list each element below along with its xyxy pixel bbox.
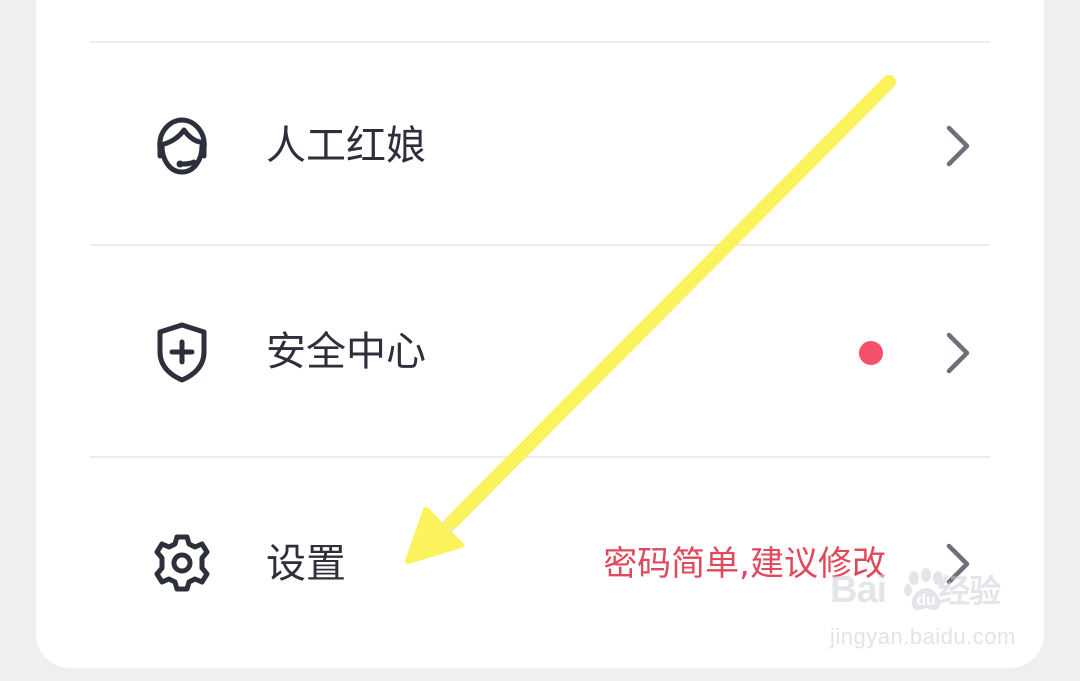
notification-dot xyxy=(859,341,883,365)
gear-icon xyxy=(154,534,210,592)
menu-item-security-center[interactable]: 安全中心 xyxy=(36,252,1044,452)
shield-plus-icon xyxy=(157,322,207,383)
paw-logo-icon: du xyxy=(904,568,943,610)
watermark-url: jingyan.baidu.com xyxy=(830,624,1016,649)
customer-service-icon xyxy=(157,117,207,175)
svg-text:du: du xyxy=(916,592,936,609)
chevron-right-icon xyxy=(946,332,970,374)
baidu-jingyan-watermark: Bai 经验 du jingyan.baidu.com xyxy=(830,564,1026,660)
divider-top xyxy=(90,41,990,43)
menu-item-label: 人工红娘 xyxy=(266,123,426,169)
menu-item-label: 安全中心 xyxy=(266,329,426,375)
divider-2 xyxy=(90,456,990,458)
menu-item-matchmaker[interactable]: 人工红娘 xyxy=(36,46,1044,246)
chevron-right-icon xyxy=(946,125,970,167)
menu-item-label: 设置 xyxy=(266,541,346,587)
